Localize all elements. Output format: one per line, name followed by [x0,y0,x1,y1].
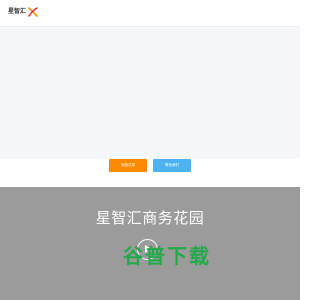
x-swoosh-logo-icon [28,7,38,17]
hero-section [0,27,300,159]
brand-logo[interactable]: 星智汇 [8,6,39,18]
download-site-watermark: 谷普下载 [123,245,211,268]
logo-text: 星智汇 [8,9,27,15]
free-trial-button[interactable]: 免费试用 [109,159,147,172]
top-navigation-bar: 星智汇 [0,0,300,27]
contact-us-button[interactable]: 联系我们 [153,159,191,172]
banner-title: 星智汇商务花园 [95,210,205,227]
